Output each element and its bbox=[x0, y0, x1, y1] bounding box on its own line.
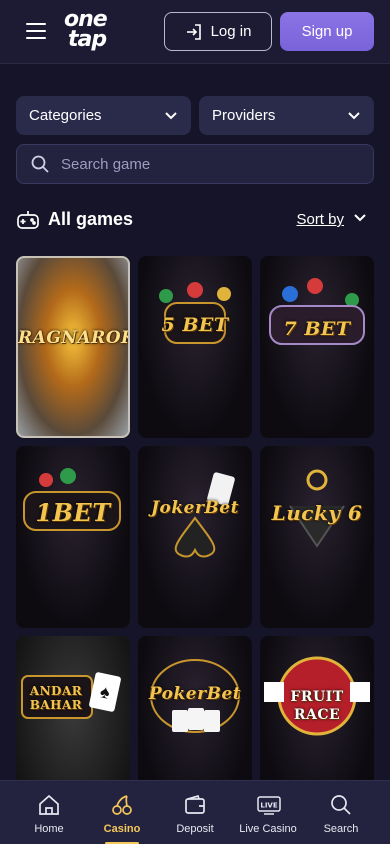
game-title: RAGNAROK bbox=[18, 328, 130, 348]
search-bar[interactable] bbox=[16, 144, 374, 184]
nav-label: Home bbox=[34, 823, 64, 835]
game-tile-lucky-6[interactable]: Lucky 6 bbox=[260, 446, 374, 628]
signup-button[interactable]: Sign up bbox=[280, 12, 374, 51]
nav-label: Casino bbox=[103, 823, 141, 835]
game-art bbox=[289, 469, 345, 548]
chevron-down-icon bbox=[348, 111, 360, 119]
categories-label: Categories bbox=[29, 107, 102, 124]
game-tile-5-bet[interactable]: 5 BET bbox=[138, 256, 252, 438]
game-title: JokerBet bbox=[151, 498, 239, 518]
nav-deposit[interactable]: Deposit bbox=[156, 781, 234, 844]
menu-icon[interactable] bbox=[26, 23, 46, 40]
providers-label: Providers bbox=[212, 107, 276, 124]
login-label: Log in bbox=[210, 23, 252, 40]
login-icon bbox=[186, 23, 201, 40]
game-art bbox=[159, 282, 231, 344]
game-art bbox=[23, 468, 121, 531]
nav-label: Search bbox=[323, 823, 359, 835]
game-tile-7-bet[interactable]: 7 BET bbox=[260, 256, 374, 438]
chevron-down-icon bbox=[165, 111, 177, 119]
game-title: 7 BET bbox=[283, 318, 351, 340]
game-tile-ragnarok[interactable]: RAGNAROK bbox=[16, 256, 130, 438]
nav-search[interactable]: Search bbox=[302, 781, 380, 844]
search-input[interactable] bbox=[61, 155, 341, 173]
game-title: PokerBet bbox=[148, 684, 242, 704]
nav-label: Live Casino bbox=[239, 823, 297, 835]
game-title: Lucky 6 bbox=[271, 501, 363, 525]
game-tile-1-bet[interactable]: 1BET bbox=[16, 446, 130, 628]
game-title: ANDAR BAHAR bbox=[29, 684, 83, 712]
search-icon bbox=[31, 155, 49, 173]
nav-live-casino[interactable]: LIVE Live Casino bbox=[229, 781, 307, 844]
game-tile-joker-bet[interactable]: JokerBet bbox=[138, 446, 252, 628]
nav-casino[interactable]: Casino bbox=[83, 781, 161, 844]
nav-label: Deposit bbox=[176, 823, 214, 835]
categories-select[interactable]: Categories bbox=[16, 96, 191, 135]
game-art bbox=[174, 472, 235, 558]
svg-text:LIVE: LIVE bbox=[260, 802, 277, 810]
gamepad-icon bbox=[17, 211, 39, 229]
all-games-header: All games Sort by bbox=[16, 206, 374, 234]
game-title: 1BET bbox=[35, 498, 111, 527]
wallet-icon bbox=[185, 794, 205, 814]
sort-by-button[interactable]: Sort by bbox=[296, 211, 344, 228]
search-icon bbox=[331, 795, 351, 815]
cherries-icon bbox=[112, 795, 132, 815]
chevron-down-icon[interactable] bbox=[354, 214, 366, 222]
game-art bbox=[269, 278, 365, 345]
live-tv-icon: LIVE bbox=[257, 796, 281, 815]
section-title: All games bbox=[48, 209, 134, 229]
login-button[interactable]: Log in bbox=[164, 12, 272, 51]
game-title: FRUIT RACE bbox=[290, 689, 344, 723]
game-title: 5 BET bbox=[161, 314, 229, 336]
logo[interactable]: one tap bbox=[62, 6, 108, 54]
bottom-navigation: Home Casino Deposit LIVE Live Casino Sea… bbox=[0, 780, 390, 844]
nav-home[interactable]: Home bbox=[10, 781, 88, 844]
providers-select[interactable]: Providers bbox=[199, 96, 374, 135]
top-header: one tap Log in Sign up bbox=[0, 0, 390, 64]
home-icon bbox=[39, 794, 59, 815]
